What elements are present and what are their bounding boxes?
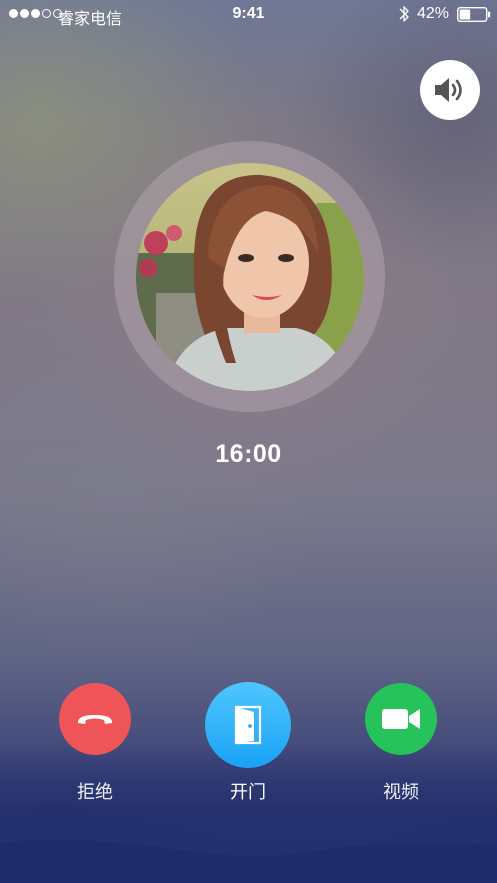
caller-avatar — [136, 163, 364, 391]
open-door-label: 开门 — [230, 782, 266, 803]
door-icon — [234, 705, 262, 745]
speaker-icon — [435, 78, 462, 102]
caller-photo — [136, 163, 364, 391]
open-door-button[interactable] — [205, 682, 291, 768]
speaker-button[interactable] — [420, 60, 480, 120]
video-label: 视频 — [383, 782, 419, 803]
call-timer: 16:00 — [215, 440, 282, 468]
open-door-action: 开门 — [198, 682, 298, 804]
reject-action: 拒绝 — [45, 683, 145, 804]
reject-button[interactable] — [59, 683, 131, 755]
reject-label: 拒绝 — [77, 782, 113, 803]
battery-percent: 42% — [417, 5, 450, 22]
hang-up-icon — [77, 715, 113, 724]
status-bar: 睿家电信 9:41 42% — [0, 0, 497, 30]
video-camera-icon — [382, 709, 420, 729]
video-button[interactable] — [365, 683, 437, 755]
video-action: 视频 — [351, 683, 451, 804]
battery-icon — [457, 7, 491, 22]
bluetooth-icon — [399, 6, 409, 22]
